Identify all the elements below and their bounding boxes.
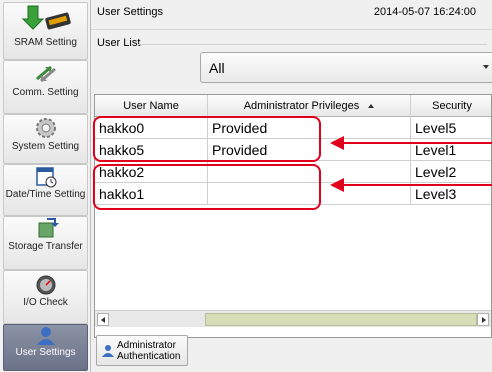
cell-security: Level3	[411, 183, 491, 205]
user-list-label: User List	[97, 37, 141, 49]
sidebar-item-sram-setting[interactable]: SRAM Setting	[3, 2, 88, 60]
timestamp: 2014-05-07 16:24:00	[373, 6, 476, 18]
group-divider	[137, 44, 487, 45]
scroll-right-button[interactable]	[477, 313, 489, 326]
gear-icon	[31, 115, 61, 141]
annotation-arrow-line	[342, 142, 492, 144]
sidebar-item-io-check[interactable]: I/O Check	[3, 270, 88, 324]
chevron-down-icon	[483, 65, 489, 69]
scrollbar-thumb[interactable]	[205, 313, 477, 326]
table-header: User Name Administrator Privileges Secur…	[95, 95, 491, 117]
cell-security: Level2	[411, 161, 491, 183]
sidebar-item-label: System Setting	[11, 141, 80, 152]
sidebar: SRAM Setting Comm. Setting System Settin…	[0, 0, 91, 372]
horizontal-scrollbar[interactable]	[95, 310, 491, 327]
chevron-right-icon	[482, 317, 486, 323]
user-filter-dropdown[interactable]: All	[200, 52, 492, 83]
annotation-box-unprivileged-users	[93, 164, 321, 210]
storage-transfer-icon	[31, 217, 61, 241]
column-header-security[interactable]: Security	[411, 95, 491, 117]
scroll-left-button[interactable]	[97, 313, 109, 326]
sidebar-item-label: SRAM Setting	[14, 37, 77, 48]
chevron-left-icon	[101, 317, 105, 323]
sidebar-item-label: Storage Transfer	[8, 241, 83, 252]
column-label: Administrator Privileges	[243, 100, 360, 112]
button-label: Administrator Authentication	[117, 340, 181, 362]
sidebar-item-date-time-setting[interactable]: Date/Time Setting	[3, 164, 88, 216]
column-header-user-name[interactable]: User Name	[95, 95, 208, 117]
administrator-authentication-button[interactable]: Administrator Authentication	[96, 335, 188, 366]
user-key-icon	[101, 344, 115, 361]
comm-arrows-icon	[31, 61, 61, 87]
annotation-arrow-line	[342, 184, 492, 186]
sidebar-item-label: I/O Check	[23, 297, 68, 308]
sram-icon	[16, 3, 76, 37]
calendar-clock-icon	[31, 165, 61, 189]
sidebar-item-label: User Settings	[15, 347, 76, 358]
column-label: Security	[432, 100, 472, 112]
page-title: User Settings	[97, 6, 164, 18]
column-label: User Name	[123, 100, 179, 112]
sort-ascending-icon	[368, 104, 375, 109]
column-header-admin-privileges[interactable]: Administrator Privileges	[208, 95, 411, 117]
sidebar-item-system-setting[interactable]: System Setting	[3, 114, 88, 164]
gauge-icon	[31, 271, 61, 297]
filter-selected-value: All	[209, 60, 225, 76]
sidebar-item-user-settings[interactable]: User Settings	[3, 324, 88, 371]
sidebar-item-comm-setting[interactable]: Comm. Setting	[3, 60, 88, 114]
sidebar-item-label: Comm. Setting	[12, 87, 79, 98]
header-bar: User Settings 2014-05-07 16:24:00	[91, 0, 492, 30]
sidebar-item-storage-transfer[interactable]: Storage Transfer	[3, 216, 88, 270]
cell-security: Level5	[411, 117, 491, 139]
sidebar-item-label: Date/Time Setting	[5, 189, 86, 200]
user-icon	[31, 325, 61, 347]
annotation-box-provided-users	[93, 116, 321, 162]
